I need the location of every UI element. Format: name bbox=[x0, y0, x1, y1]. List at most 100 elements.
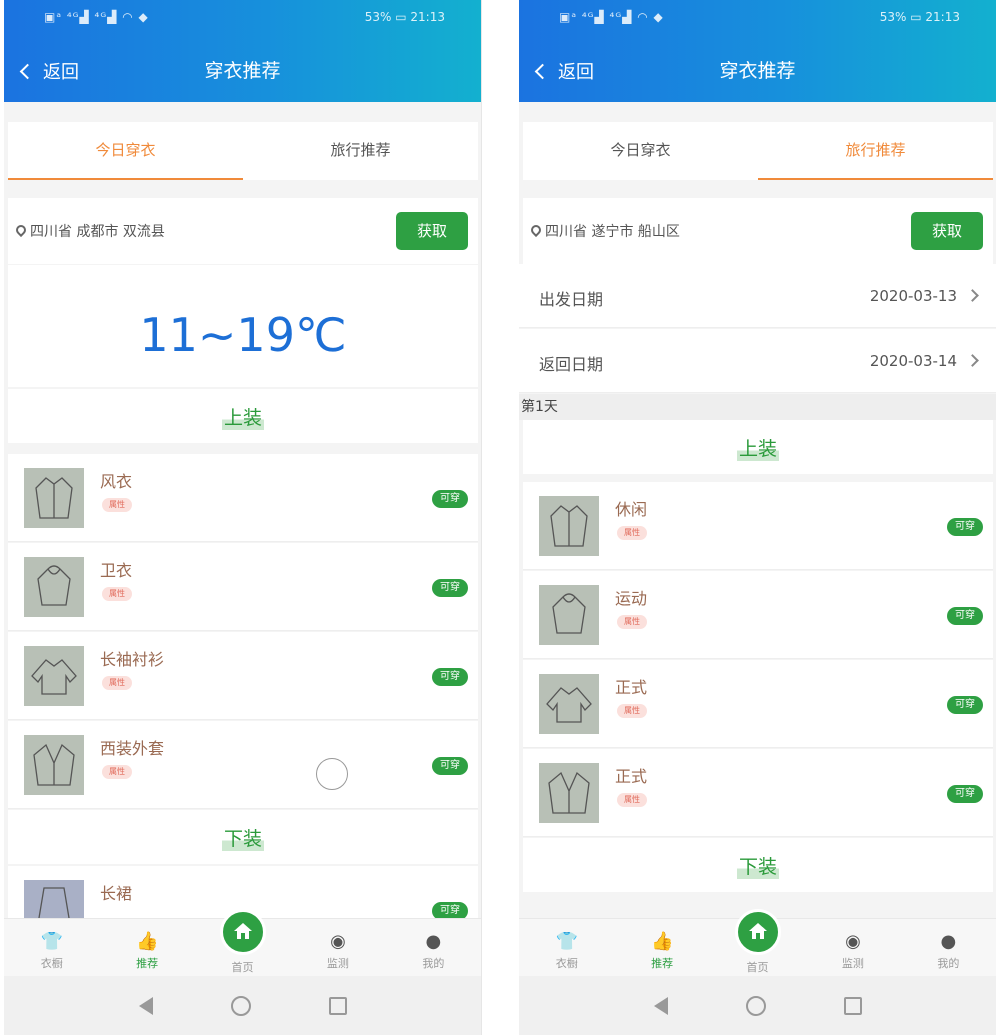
tag-badge: 属性 bbox=[102, 587, 132, 601]
wardrobe-icon: 👕 bbox=[40, 931, 64, 952]
tab-wardrobe[interactable]: 👕 衣橱 bbox=[519, 919, 614, 976]
suit-jacket-icon bbox=[24, 735, 84, 795]
tab-monitor[interactable]: ◉ 监测 bbox=[290, 919, 385, 976]
list-item[interactable]: 风衣 属性 可穿 bbox=[8, 454, 478, 542]
system-back-icon[interactable] bbox=[138, 996, 153, 1015]
return-date-value: 2020-03-14 bbox=[869, 352, 957, 370]
system-recent-icon[interactable] bbox=[328, 996, 347, 1015]
system-back-icon[interactable] bbox=[653, 996, 668, 1015]
tab-wardrobe[interactable]: 👕 衣橱 bbox=[4, 919, 99, 976]
location-row: 四川省 遂宁市 船山区 获取 bbox=[523, 198, 993, 264]
list-item[interactable]: 卫衣 属性 可穿 bbox=[8, 543, 478, 631]
person-icon: ● bbox=[425, 931, 442, 952]
list-item[interactable]: 运动 属性 可穿 bbox=[523, 571, 993, 659]
system-home-icon[interactable] bbox=[230, 995, 251, 1016]
depart-date-row[interactable]: 出发日期 2020-03-13 bbox=[519, 264, 996, 328]
wearable-badge: 可穿 bbox=[947, 696, 983, 714]
tab-home[interactable]: 首页 bbox=[710, 909, 805, 976]
location-row: 四川省 成都市 双流县 获取 bbox=[8, 198, 478, 264]
chevron-right-icon bbox=[966, 354, 979, 367]
get-location-button[interactable]: 获取 bbox=[911, 212, 983, 250]
location-pin-icon bbox=[13, 222, 29, 238]
system-nav-bar bbox=[519, 976, 996, 1035]
page-title: 穿衣推荐 bbox=[204, 60, 281, 82]
tag-badge: 属性 bbox=[102, 676, 132, 690]
tab-profile[interactable]: ● 我的 bbox=[386, 919, 481, 976]
bottom-tab-bar: 👕 衣橱 👍 推荐 首页 ◉ 监测 ● 我的 bbox=[519, 909, 996, 976]
wearable-badge: 可穿 bbox=[432, 668, 468, 686]
thumbs-up-icon: 👍 bbox=[651, 931, 674, 952]
phone-screen-travel: ▣ᵃ ⁴ᴳ▟ ⁴ᴳ▟ ◠ ◆ 53% ▭ 21:13 返回 穿衣推荐 今日穿衣 … bbox=[519, 0, 996, 1035]
trench-coat-icon bbox=[539, 496, 599, 556]
battery-time: 53% ▭ 21:13 bbox=[879, 10, 960, 24]
tab-today[interactable]: 今日穿衣 bbox=[523, 122, 758, 180]
wearable-badge: 可穿 bbox=[947, 518, 983, 536]
tag-badge: 属性 bbox=[617, 615, 647, 629]
tag-badge: 属性 bbox=[617, 526, 647, 540]
section-title-tops: 上装 bbox=[523, 420, 993, 474]
tab-home[interactable]: 首页 bbox=[195, 909, 290, 976]
tab-recommend[interactable]: 👍 推荐 bbox=[99, 919, 194, 976]
location-pin-icon bbox=[528, 222, 544, 238]
get-location-button[interactable]: 获取 bbox=[396, 212, 468, 250]
signal-icons: ▣ᵃ ⁴ᴳ▟ ⁴ᴳ▟ ◠ ◆ bbox=[44, 10, 149, 24]
thumbs-up-icon: 👍 bbox=[136, 931, 159, 952]
wardrobe-icon: 👕 bbox=[555, 931, 579, 952]
list-item[interactable]: 长袖衬衫 属性 可穿 bbox=[8, 632, 478, 720]
temperature-range: 11~19℃ bbox=[8, 265, 478, 387]
tag-badge: 属性 bbox=[617, 704, 647, 718]
section-title-bottoms: 下装 bbox=[523, 838, 993, 892]
status-bar: ▣ᵃ ⁴ᴳ▟ ⁴ᴳ▟ ◠ ◆ 53% ▭ 21:13 bbox=[4, 10, 481, 30]
tab-profile[interactable]: ● 我的 bbox=[901, 919, 996, 976]
long-sleeve-shirt-icon bbox=[24, 646, 84, 706]
section-title-tops: 上装 bbox=[8, 389, 478, 443]
location-text: 四川省 成都市 双流县 bbox=[30, 224, 165, 240]
tab-monitor[interactable]: ◉ 监测 bbox=[805, 919, 900, 976]
tag-badge: 属性 bbox=[617, 793, 647, 807]
tab-travel[interactable]: 旅行推荐 bbox=[243, 122, 478, 180]
tab-recommend[interactable]: 👍 推荐 bbox=[614, 919, 709, 976]
wearable-badge: 可穿 bbox=[432, 579, 468, 597]
long-sleeve-shirt-icon bbox=[539, 674, 599, 734]
phone-screen-today: ▣ᵃ ⁴ᴳ▟ ⁴ᴳ▟ ◠ ◆ 53% ▭ 21:13 返回 穿衣推荐 今日穿衣 … bbox=[4, 0, 482, 1035]
system-nav-bar bbox=[4, 976, 481, 1035]
suit-jacket-icon bbox=[539, 763, 599, 823]
hoodie-icon bbox=[24, 557, 84, 617]
chevron-right-icon bbox=[966, 289, 979, 302]
system-home-icon[interactable] bbox=[745, 995, 766, 1016]
nav-bar: 返回 穿衣推荐 bbox=[4, 52, 481, 88]
tag-badge: 属性 bbox=[102, 498, 132, 512]
section-title-bottoms: 下装 bbox=[8, 810, 478, 864]
battery-time: 53% ▭ 21:13 bbox=[364, 10, 445, 24]
bottom-tab-bar: 👕 衣橱 👍 推荐 首页 ◉ 监测 ● 我的 bbox=[4, 909, 481, 976]
day-label: 第1天 bbox=[519, 394, 996, 420]
tab-travel[interactable]: 旅行推荐 bbox=[758, 122, 993, 180]
home-icon bbox=[734, 909, 781, 955]
wearable-badge: 可穿 bbox=[947, 607, 983, 625]
wearable-badge: 可穿 bbox=[947, 785, 983, 803]
page-title: 穿衣推荐 bbox=[719, 60, 796, 82]
wearable-badge: 可穿 bbox=[432, 757, 468, 775]
tab-bar: 今日穿衣 旅行推荐 bbox=[8, 122, 478, 180]
app-header: ▣ᵃ ⁴ᴳ▟ ⁴ᴳ▟ ◠ ◆ 53% ▭ 21:13 返回 穿衣推荐 bbox=[4, 0, 481, 102]
location-text: 四川省 遂宁市 船山区 bbox=[545, 224, 680, 240]
list-item[interactable]: 西装外套 属性 可穿 bbox=[8, 721, 478, 809]
loading-spinner bbox=[316, 758, 348, 790]
eye-icon: ◉ bbox=[330, 931, 346, 952]
eye-icon: ◉ bbox=[845, 931, 861, 952]
status-bar: ▣ᵃ ⁴ᴳ▟ ⁴ᴳ▟ ◠ ◆ 53% ▭ 21:13 bbox=[519, 10, 996, 30]
return-date-row[interactable]: 返回日期 2020-03-14 bbox=[519, 329, 996, 393]
system-recent-icon[interactable] bbox=[843, 996, 862, 1015]
app-header: ▣ᵃ ⁴ᴳ▟ ⁴ᴳ▟ ◠ ◆ 53% ▭ 21:13 返回 穿衣推荐 bbox=[519, 0, 996, 102]
home-icon bbox=[219, 909, 266, 955]
list-item[interactable]: 休闲 属性 可穿 bbox=[523, 482, 993, 570]
trench-coat-icon bbox=[24, 468, 84, 528]
signal-icons: ▣ᵃ ⁴ᴳ▟ ⁴ᴳ▟ ◠ ◆ bbox=[559, 10, 664, 24]
person-icon: ● bbox=[940, 931, 957, 952]
list-item[interactable]: 正式 属性 可穿 bbox=[523, 749, 993, 837]
list-item[interactable]: 正式 属性 可穿 bbox=[523, 660, 993, 748]
tab-today[interactable]: 今日穿衣 bbox=[8, 122, 243, 180]
nav-bar: 返回 穿衣推荐 bbox=[519, 52, 996, 88]
depart-date-value: 2020-03-13 bbox=[869, 287, 957, 305]
tab-bar: 今日穿衣 旅行推荐 bbox=[523, 122, 993, 180]
